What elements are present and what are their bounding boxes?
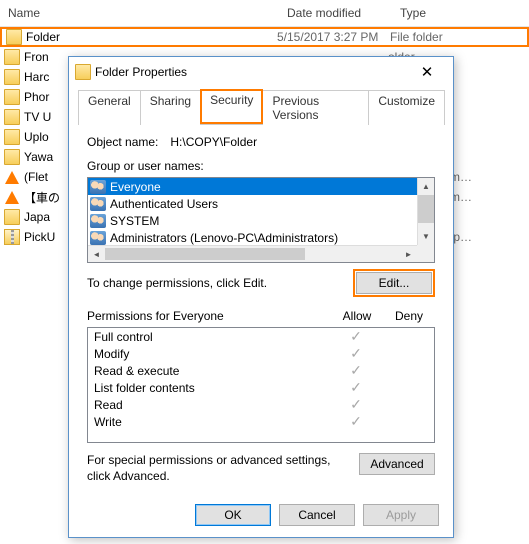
titlebar[interactable]: Folder Properties ✕ [69, 57, 453, 87]
group-name: SYSTEM [110, 214, 159, 228]
scroll-thumb-h[interactable] [105, 248, 305, 260]
file-name: TV U [24, 110, 51, 124]
cancel-button[interactable]: Cancel [279, 504, 355, 526]
object-name-value: H:\COPY\Folder [170, 135, 257, 149]
permission-name: Read & execute [94, 364, 332, 378]
tab-sharing[interactable]: Sharing [140, 90, 201, 125]
file-type: File folder [390, 30, 523, 44]
tab-security[interactable]: Security [200, 89, 263, 124]
scroll-right-icon[interactable]: ► [400, 246, 417, 262]
header-date[interactable]: Date modified [279, 4, 392, 22]
folder-icon [4, 149, 20, 165]
properties-dialog: Folder Properties ✕ GeneralSharingSecuri… [68, 56, 454, 538]
permissions-listbox[interactable]: Full control✓Modify✓Read & execute✓List … [87, 327, 435, 443]
object-name-label: Object name: [87, 135, 158, 149]
allow-header: Allow [331, 309, 383, 323]
file-date: 5/15/2017 3:27 PM [277, 30, 390, 44]
group-item[interactable]: Authenticated Users [88, 195, 417, 212]
allow-check-icon: ✓ [332, 413, 380, 430]
group-label: Group or user names: [87, 159, 435, 173]
file-name: (Flet [24, 170, 48, 184]
folder-icon [4, 69, 20, 85]
folder-icon [4, 129, 20, 145]
allow-check-icon: ✓ [332, 345, 380, 362]
permissions-label: Permissions for Everyone [87, 309, 331, 323]
scroll-left-icon[interactable]: ◄ [88, 246, 105, 262]
file-name: Uplo [24, 130, 49, 144]
permission-row[interactable]: Read & execute✓ [88, 362, 434, 379]
folder-icon [4, 109, 20, 125]
file-name: Folder [26, 30, 60, 44]
close-button[interactable]: ✕ [407, 59, 447, 85]
allow-check-icon: ✓ [332, 328, 380, 345]
group-item[interactable]: SYSTEM [88, 212, 417, 229]
tab-customize[interactable]: Customize [368, 90, 445, 125]
folder-icon [75, 64, 91, 80]
vlc-icon [5, 171, 19, 184]
folder-icon [4, 49, 20, 65]
deny-header: Deny [383, 309, 435, 323]
file-name: Japa [24, 210, 50, 224]
folder-icon [4, 89, 20, 105]
horizontal-scrollbar[interactable]: ◄ ► [88, 245, 417, 262]
advanced-text: For special permissions or advanced sett… [87, 453, 345, 484]
file-name: Yawa [24, 150, 53, 164]
change-permissions-text: To change permissions, click Edit. [87, 276, 267, 290]
file-name: Phor [24, 90, 49, 104]
permission-row[interactable]: Read✓ [88, 396, 434, 413]
allow-check-icon: ✓ [332, 396, 380, 413]
group-item[interactable]: Everyone [88, 178, 417, 195]
scroll-up-icon[interactable]: ▲ [418, 178, 434, 195]
dialog-buttons: OK Cancel Apply [69, 494, 453, 536]
group-name: Everyone [110, 180, 161, 194]
allow-check-icon: ✓ [332, 379, 380, 396]
users-icon [90, 197, 106, 211]
permission-name: Read [94, 398, 332, 412]
group-name: Authenticated Users [110, 197, 218, 211]
table-row[interactable]: Folder 5/15/2017 3:27 PMFile folder [0, 27, 529, 47]
permission-name: Modify [94, 347, 332, 361]
permission-name: Full control [94, 330, 332, 344]
permission-row[interactable]: Write✓ [88, 413, 434, 430]
permission-row[interactable]: Modify✓ [88, 345, 434, 362]
group-listbox[interactable]: Everyone Authenticated Users SYSTEM Adminis… [87, 177, 435, 263]
file-name: Harc [24, 70, 49, 84]
users-icon [90, 180, 106, 194]
ok-button[interactable]: OK [195, 504, 271, 526]
vertical-scrollbar[interactable]: ▲ ▼ [417, 178, 434, 245]
edit-highlight: Edit... [353, 269, 435, 297]
zip-icon [4, 229, 20, 245]
users-icon [90, 231, 106, 245]
advanced-button[interactable]: Advanced [359, 453, 435, 475]
group-item[interactable]: Administrators (Lenovo-PC\Administrators… [88, 229, 417, 245]
header-type[interactable]: Type [392, 4, 529, 22]
group-name: Administrators (Lenovo-PC\Administrators… [110, 231, 338, 245]
permission-name: List folder contents [94, 381, 332, 395]
tab-previous-versions[interactable]: Previous Versions [262, 90, 369, 125]
scroll-thumb[interactable] [418, 195, 434, 223]
permission-row[interactable]: Full control✓ [88, 328, 434, 345]
file-name: Fron [24, 50, 49, 64]
file-name: PickU [24, 230, 55, 244]
tab-strip: GeneralSharingSecurityPrevious VersionsC… [78, 89, 444, 125]
permission-name: Write [94, 415, 332, 429]
apply-button[interactable]: Apply [363, 504, 439, 526]
folder-icon [6, 29, 22, 45]
vlc-icon [5, 191, 19, 204]
folder-icon [4, 209, 20, 225]
scroll-down-icon[interactable]: ▼ [418, 228, 434, 245]
tab-general[interactable]: General [78, 90, 141, 125]
edit-button[interactable]: Edit... [356, 272, 432, 294]
column-headers: Name Date modified Type [0, 0, 529, 27]
file-name: 【車の [24, 189, 60, 206]
users-icon [90, 214, 106, 228]
dialog-title: Folder Properties [91, 65, 407, 79]
permission-row[interactable]: List folder contents✓ [88, 379, 434, 396]
allow-check-icon: ✓ [332, 362, 380, 379]
header-name[interactable]: Name [0, 4, 279, 22]
